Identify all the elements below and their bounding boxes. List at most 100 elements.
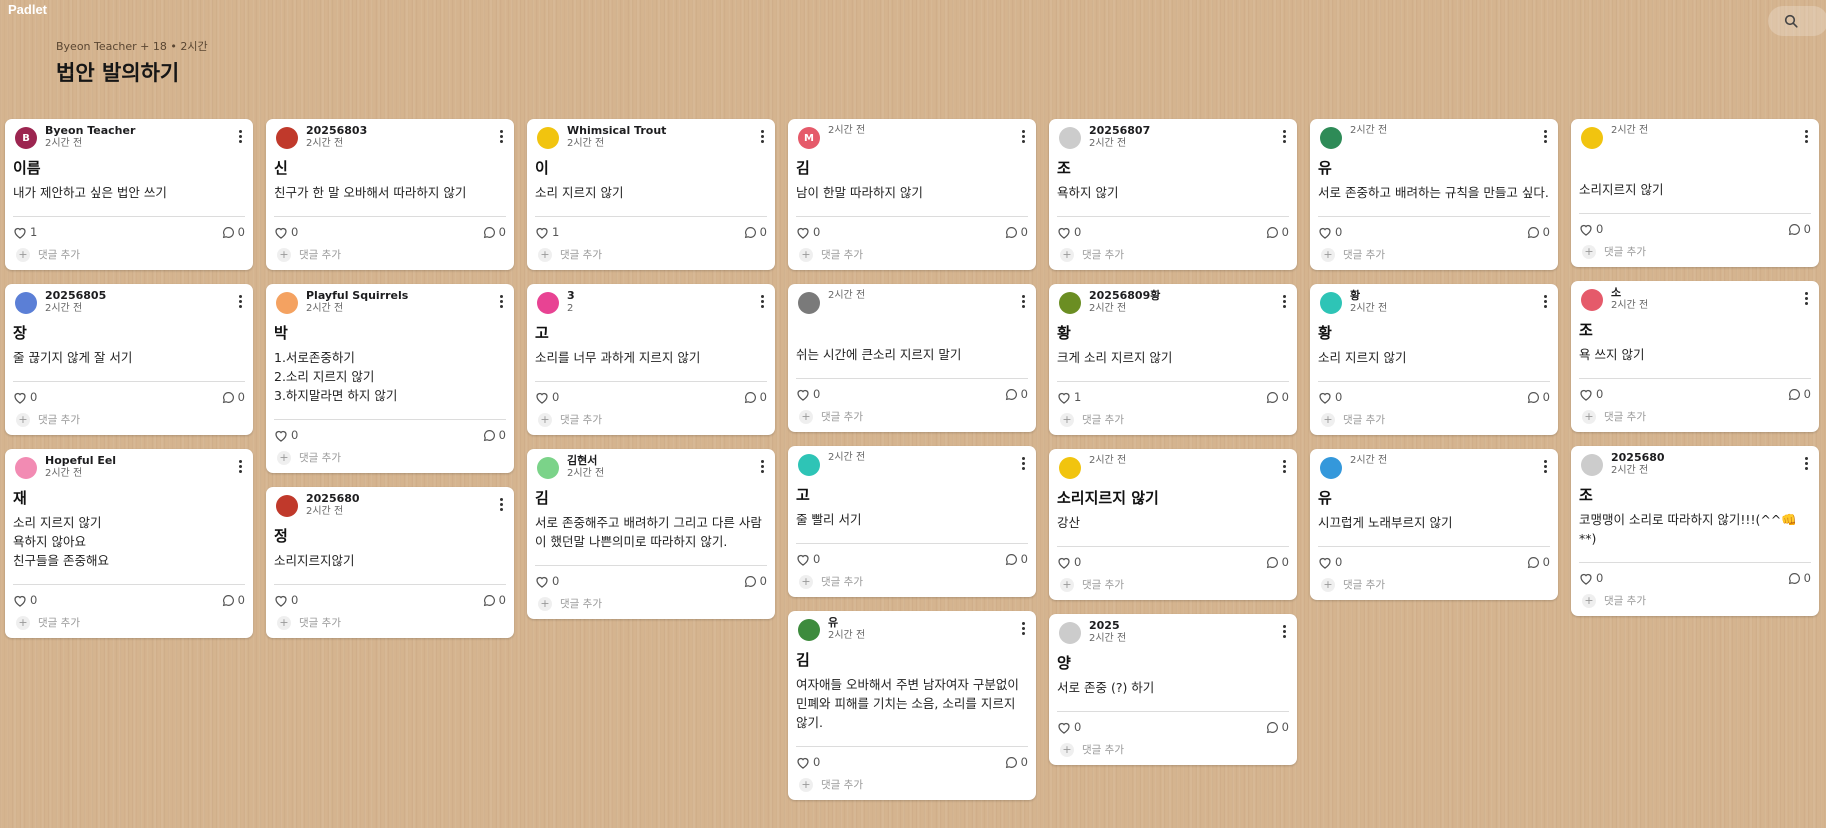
more-options-icon[interactable]: [1540, 295, 1550, 308]
comment-count-button[interactable]: 0: [744, 574, 767, 588]
more-options-icon[interactable]: [1801, 457, 1811, 471]
add-comment[interactable]: + 댓글 추가: [535, 412, 767, 427]
post-card[interactable]: Hopeful Eel 2시간 전 재 소리 지르지 않기 욕하지 않아요 친구…: [5, 449, 253, 639]
like-button[interactable]: 1: [535, 225, 559, 239]
add-comment[interactable]: + 댓글 추가: [1579, 244, 1811, 259]
comment-count-button[interactable]: 0: [1266, 720, 1289, 734]
add-comment[interactable]: + 댓글 추가: [1057, 742, 1289, 757]
post-card[interactable]: B Byeon Teacher 2시간 전 이름 내가 제안하고 싶은 법안 쓰…: [5, 119, 253, 271]
more-options-icon[interactable]: [235, 130, 245, 143]
more-options-icon[interactable]: [1018, 130, 1028, 143]
like-button[interactable]: 1: [1057, 390, 1081, 404]
comment-count-button[interactable]: 0: [744, 390, 767, 404]
post-card[interactable]: 황 2시간 전 황 소리 지르지 않기 0 0 + 댓글 추가: [1310, 284, 1558, 436]
post-card[interactable]: 2시간 전 유 서로 존중하고 배려하는 규칙을 만들고 싶다. 0 0 + 댓…: [1310, 119, 1558, 270]
post-card[interactable]: 2025680 2시간 전 조 코맹맹이 소리로 따라하지 않기!!!(^^👊*…: [1571, 446, 1819, 617]
like-button[interactable]: 0: [796, 552, 820, 566]
more-options-icon[interactable]: [496, 130, 506, 143]
comment-count-button[interactable]: 0: [1266, 390, 1289, 404]
comment-count-button[interactable]: 0: [1005, 225, 1028, 239]
comment-count-button[interactable]: 0: [1788, 387, 1811, 401]
like-button[interactable]: 0: [1579, 387, 1603, 401]
post-card[interactable]: M 2시간 전 김 남이 한말 따라하지 않기 0 0 + 댓글 추가: [788, 119, 1036, 270]
comment-count-button[interactable]: 0: [1527, 390, 1550, 404]
comment-count-button[interactable]: 0: [1005, 552, 1028, 566]
post-card[interactable]: 2시간 전 소리지르지 않기 강산 0 0 + 댓글 추가: [1049, 449, 1297, 601]
post-card[interactable]: 20256803 2시간 전 신 친구가 한 말 오바해서 따라하지 않기 0 …: [266, 119, 514, 271]
like-button[interactable]: 0: [274, 593, 298, 607]
post-card[interactable]: 20256809황 2시간 전 황 크게 소리 지르지 않기 1 0 + 댓글 …: [1049, 284, 1297, 436]
comment-count-button[interactable]: 0: [483, 593, 506, 607]
like-button[interactable]: 0: [796, 755, 820, 769]
more-options-icon[interactable]: [496, 295, 506, 309]
add-comment[interactable]: + 댓글 추가: [1057, 247, 1289, 262]
add-comment[interactable]: + 댓글 추가: [274, 247, 506, 262]
comment-count-button[interactable]: 0: [483, 225, 506, 239]
post-card[interactable]: 20256807 2시간 전 조 욕하지 않기 0 0 + 댓글 추가: [1049, 119, 1297, 271]
like-button[interactable]: 0: [535, 390, 559, 404]
add-comment[interactable]: + 댓글 추가: [535, 247, 767, 262]
more-options-icon[interactable]: [235, 295, 245, 309]
more-options-icon[interactable]: [757, 460, 767, 474]
more-options-icon[interactable]: [1279, 460, 1289, 474]
comment-count-button[interactable]: 0: [222, 390, 245, 404]
add-comment[interactable]: + 댓글 추가: [796, 574, 1028, 589]
more-options-icon[interactable]: [757, 130, 767, 143]
like-button[interactable]: 0: [1057, 720, 1081, 734]
comment-count-button[interactable]: 0: [1005, 387, 1028, 401]
more-options-icon[interactable]: [496, 498, 506, 512]
post-card[interactable]: Whimsical Trout 2시간 전 이 소리 지르지 않기 1 0 + …: [527, 119, 775, 271]
post-card[interactable]: Playful Squirrels 2시간 전 박 1.서로존중하기 2.소리 …: [266, 284, 514, 474]
post-card[interactable]: 20256805 2시간 전 장 줄 끊기지 않게 잘 서기 0 0 + 댓글 …: [5, 284, 253, 436]
post-card[interactable]: 소 2시간 전 조 욕 쓰지 않기 0 0 + 댓글 추가: [1571, 281, 1819, 433]
post-card[interactable]: 2025680 2시간 전 정 소리지르지않기 0 0 + 댓글 추가: [266, 487, 514, 639]
like-button[interactable]: 0: [1318, 555, 1342, 569]
post-card[interactable]: 2시간 전 쉬는 시간에 큰소리 지르지 말기 0 0 + 댓글 추가: [788, 284, 1036, 432]
more-options-icon[interactable]: [757, 295, 767, 309]
add-comment[interactable]: + 댓글 추가: [1057, 577, 1289, 592]
post-card[interactable]: 김현서 2시간 전 김 서로 존중해주고 배려하기 그리고 다른 사람이 했던말…: [527, 449, 775, 620]
add-comment[interactable]: + 댓글 추가: [1579, 409, 1811, 424]
post-card[interactable]: 2시간 전 소리지르지 않기 0 0 + 댓글 추가: [1571, 119, 1819, 267]
add-comment[interactable]: + 댓글 추가: [535, 596, 767, 611]
more-options-icon[interactable]: [1279, 130, 1289, 143]
add-comment[interactable]: + 댓글 추가: [13, 247, 245, 262]
comment-count-button[interactable]: 0: [1527, 555, 1550, 569]
like-button[interactable]: 0: [1579, 571, 1603, 585]
comment-count-button[interactable]: 0: [1788, 222, 1811, 236]
like-button[interactable]: 0: [274, 225, 298, 239]
post-card[interactable]: 3 2 고 소리를 너무 과하게 지르지 않기 0 0 + 댓글 추가: [527, 284, 775, 436]
add-comment[interactable]: + 댓글 추가: [1057, 412, 1289, 427]
comment-count-button[interactable]: 0: [744, 225, 767, 239]
add-comment[interactable]: + 댓글 추가: [13, 412, 245, 427]
add-comment[interactable]: + 댓글 추가: [796, 777, 1028, 792]
comment-count-button[interactable]: 0: [1788, 571, 1811, 585]
like-button[interactable]: 1: [13, 225, 37, 239]
comment-count-button[interactable]: 0: [483, 428, 506, 442]
comment-count-button[interactable]: 0: [1005, 755, 1028, 769]
comment-count-button[interactable]: 0: [222, 225, 245, 239]
more-options-icon[interactable]: [1018, 622, 1028, 635]
search-button[interactable]: [1768, 6, 1826, 36]
like-button[interactable]: 0: [1057, 555, 1081, 569]
more-options-icon[interactable]: [1540, 130, 1550, 143]
comment-count-button[interactable]: 0: [222, 593, 245, 607]
like-button[interactable]: 0: [1579, 222, 1603, 236]
like-button[interactable]: 0: [535, 574, 559, 588]
more-options-icon[interactable]: [1279, 625, 1289, 639]
post-card[interactable]: 유 2시간 전 김 여자애들 오바해서 주변 남자여자 구분없이 민폐와 피해를…: [788, 611, 1036, 801]
add-comment[interactable]: + 댓글 추가: [1318, 577, 1550, 592]
like-button[interactable]: 0: [13, 390, 37, 404]
add-comment[interactable]: + 댓글 추가: [274, 450, 506, 465]
like-button[interactable]: 0: [13, 593, 37, 607]
add-comment[interactable]: + 댓글 추가: [13, 615, 245, 630]
post-card[interactable]: 2시간 전 유 시끄럽게 노래부르지 않기 0 0 + 댓글 추가: [1310, 449, 1558, 601]
add-comment[interactable]: + 댓글 추가: [1318, 412, 1550, 427]
like-button[interactable]: 0: [1318, 225, 1342, 239]
comment-count-button[interactable]: 0: [1527, 225, 1550, 239]
more-options-icon[interactable]: [1018, 457, 1028, 470]
post-card[interactable]: 2시간 전 고 줄 빨리 서기 0 0 + 댓글 추가: [788, 446, 1036, 597]
comment-count-button[interactable]: 0: [1266, 555, 1289, 569]
more-options-icon[interactable]: [1801, 292, 1811, 305]
more-options-icon[interactable]: [235, 460, 245, 474]
